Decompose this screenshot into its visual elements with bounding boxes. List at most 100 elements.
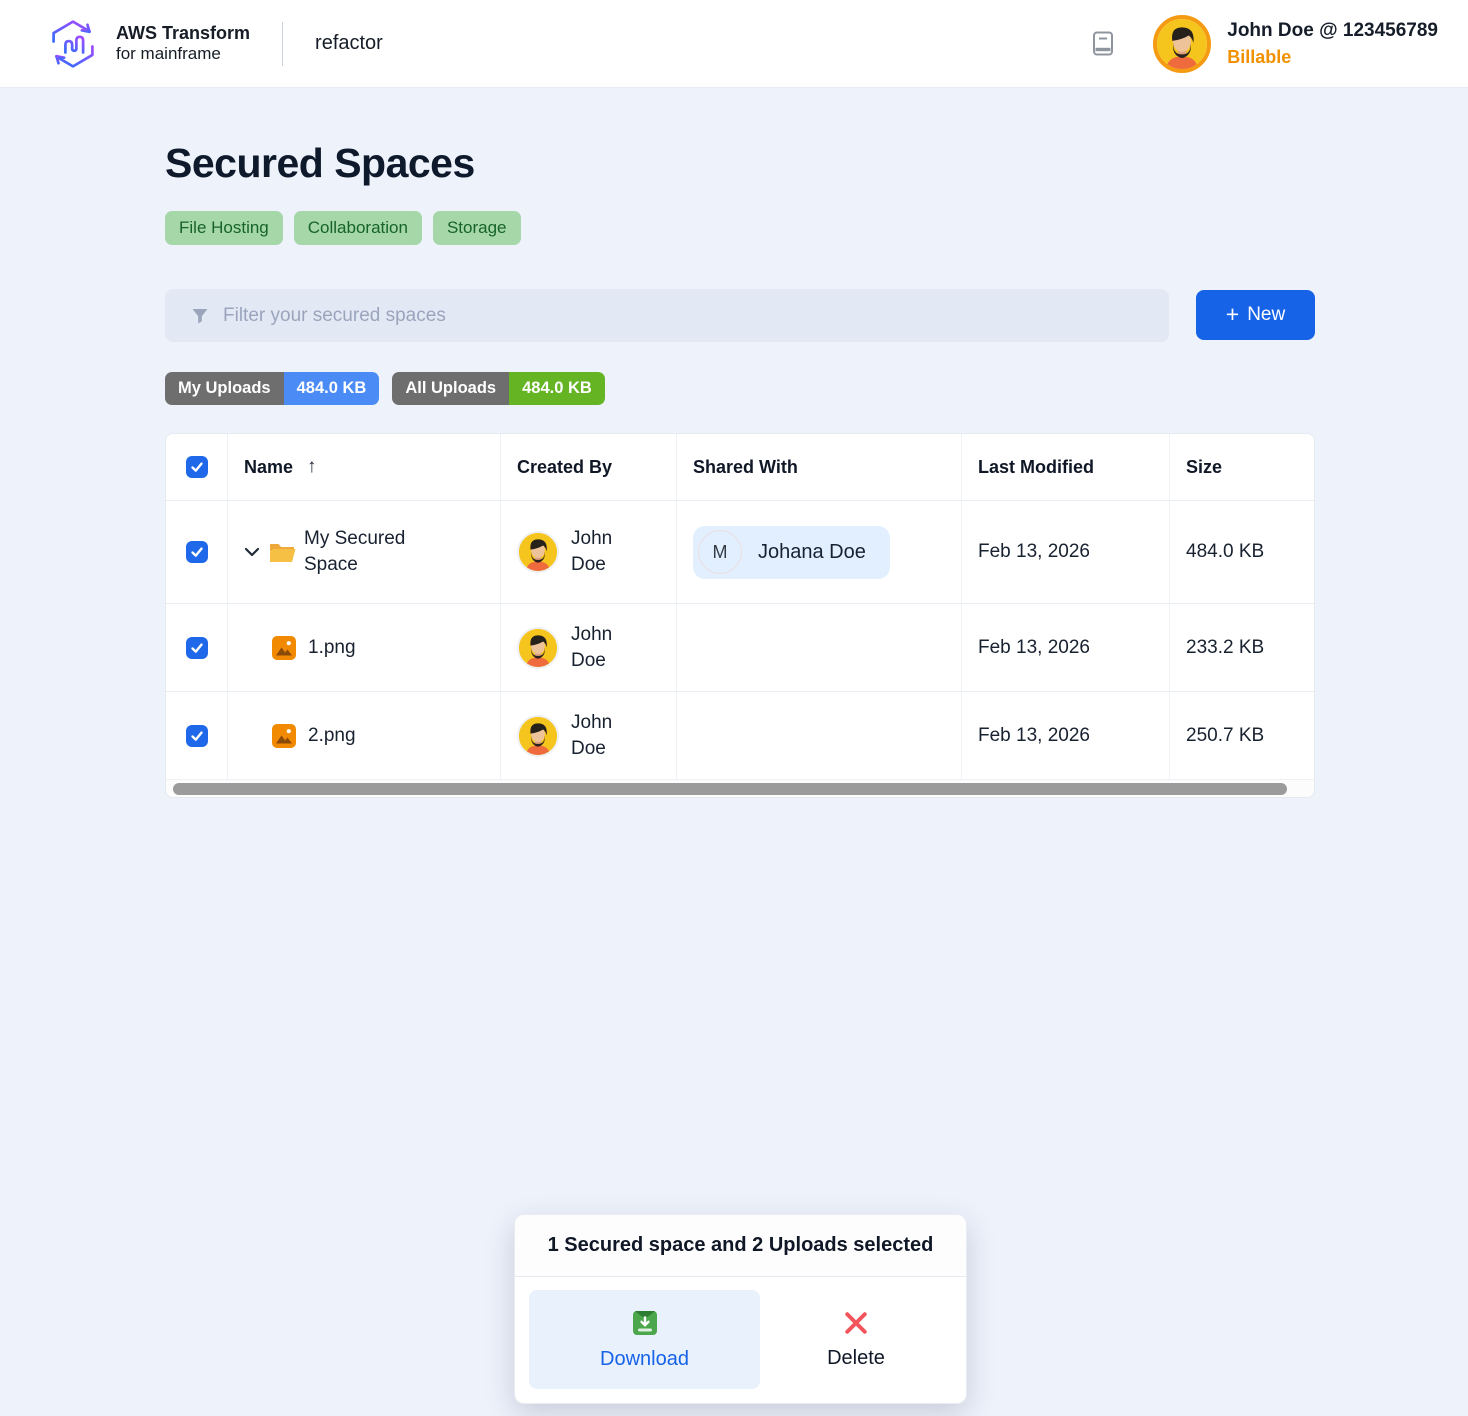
user-info: John Doe @ 123456789 Billable — [1227, 17, 1438, 71]
download-archive-icon — [630, 1308, 660, 1338]
creator-name: John Doe — [571, 526, 629, 577]
download-label: Download — [600, 1348, 689, 1371]
all-uploads-value: 484.0 KB — [509, 372, 605, 405]
table-row-size-cell: 484.0 KB — [1170, 500, 1314, 603]
last-modified-header-label: Last Modified — [978, 457, 1094, 478]
size-value: 233.2 KB — [1186, 637, 1264, 659]
page-title: Secured Spaces — [165, 140, 475, 187]
category-tags: File Hosting Collaboration Storage — [165, 211, 521, 245]
brand-title: AWS Transform — [116, 23, 250, 44]
table-row-size-cell: 233.2 KB — [1170, 603, 1314, 691]
column-header-created-by[interactable]: Created By — [501, 434, 677, 500]
chevron-down-icon[interactable] — [244, 547, 260, 557]
new-button-label: New — [1247, 304, 1285, 326]
created-by-header-label: Created By — [517, 457, 612, 478]
image-file-icon — [272, 636, 296, 660]
creator-avatar — [517, 531, 559, 573]
table-row-last-modified-cell: Feb 13, 2026 — [962, 500, 1170, 603]
user-name: John Doe @ 123456789 — [1227, 17, 1438, 45]
row-checkbox[interactable] — [186, 725, 208, 747]
horizontal-scrollbar-thumb[interactable] — [173, 783, 1287, 795]
tag-file-hosting: File Hosting — [165, 211, 283, 245]
table-row-created-by-cell: John Doe — [501, 603, 677, 691]
plus-icon: + — [1226, 303, 1239, 326]
shared-user-initial: M — [698, 530, 742, 574]
table-row-shared-with-cell — [677, 691, 962, 779]
filter-bar — [165, 289, 1169, 342]
select-all-checkbox[interactable] — [186, 456, 208, 478]
creator-avatar — [517, 715, 559, 757]
name-header-label: Name — [244, 457, 293, 478]
all-uploads-label: All Uploads — [392, 372, 509, 405]
table-row-name-cell[interactable]: 1.png — [228, 603, 501, 691]
sort-ascending-icon: ↑ — [307, 456, 317, 478]
folder-name: My Secured Space — [304, 526, 434, 577]
column-header-size[interactable]: Size — [1170, 434, 1314, 500]
table-row-shared-with-cell — [677, 603, 962, 691]
brand-subtitle: for mainframe — [116, 44, 250, 64]
select-all-cell — [166, 434, 228, 500]
column-header-last-modified[interactable]: Last Modified — [962, 434, 1170, 500]
creator-avatar — [517, 627, 559, 669]
table-row-last-modified-cell: Feb 13, 2026 — [962, 603, 1170, 691]
selection-summary: 1 Secured space and 2 Uploads selected — [515, 1215, 966, 1277]
table-row-checkbox-cell — [166, 603, 228, 691]
filter-secured-spaces-input[interactable] — [165, 289, 1169, 342]
table-row-created-by-cell: John Doe — [501, 691, 677, 779]
brand: AWS Transform for mainframe refactor — [46, 17, 383, 71]
file-name: 2.png — [308, 725, 356, 747]
user-avatar[interactable] — [1153, 15, 1211, 73]
last-modified-value: Feb 13, 2026 — [978, 637, 1090, 659]
table-row-shared-with-cell: M Johana Doe — [677, 500, 962, 603]
delete-x-icon — [842, 1309, 870, 1337]
top-bar: AWS Transform for mainframe refactor Joh… — [0, 0, 1468, 88]
my-uploads-label: My Uploads — [165, 372, 284, 405]
size-header-label: Size — [1186, 457, 1222, 478]
table-row-name-cell[interactable]: 2.png — [228, 691, 501, 779]
last-modified-value: Feb 13, 2026 — [978, 541, 1090, 563]
horizontal-scrollbar-track[interactable] — [166, 779, 1314, 797]
all-uploads-badge: All Uploads 484.0 KB — [392, 372, 604, 405]
creator-name: John Doe — [571, 622, 629, 673]
documentation-book-icon[interactable] — [1091, 30, 1115, 57]
delete-button[interactable]: Delete — [760, 1290, 952, 1389]
filter-funnel-icon — [191, 307, 209, 325]
aws-transform-logo-icon — [46, 17, 100, 71]
table-row-checkbox-cell — [166, 691, 228, 779]
shared-with-header-label: Shared With — [693, 457, 798, 478]
usage-badges: My Uploads 484.0 KB All Uploads 484.0 KB — [165, 372, 605, 405]
column-header-shared-with[interactable]: Shared With — [677, 434, 962, 500]
my-uploads-value: 484.0 KB — [284, 372, 380, 405]
table-row-size-cell: 250.7 KB — [1170, 691, 1314, 779]
top-bar-right: John Doe @ 123456789 Billable — [1091, 15, 1438, 73]
creator-name: John Doe — [571, 710, 629, 761]
table-row-created-by-cell: John Doe — [501, 500, 677, 603]
brand-text: AWS Transform for mainframe — [116, 23, 250, 63]
selection-actions: Download Delete — [515, 1277, 966, 1403]
my-uploads-badge: My Uploads 484.0 KB — [165, 372, 379, 405]
delete-label: Delete — [827, 1347, 885, 1370]
brand-divider — [282, 22, 283, 66]
tag-collaboration: Collaboration — [294, 211, 422, 245]
shared-user-chip[interactable]: M Johana Doe — [693, 526, 890, 579]
size-value: 484.0 KB — [1186, 541, 1264, 563]
size-value: 250.7 KB — [1186, 725, 1264, 747]
folder-icon — [268, 540, 296, 564]
image-file-icon — [272, 724, 296, 748]
secured-spaces-page: AWS Transform for mainframe refactor Joh… — [0, 0, 1468, 1416]
selection-action-panel: 1 Secured space and 2 Uploads selected D… — [514, 1214, 967, 1404]
row-checkbox[interactable] — [186, 541, 208, 563]
secured-spaces-table: Name ↑ Created By Shared With Last Modif… — [165, 433, 1315, 798]
table-row-last-modified-cell: Feb 13, 2026 — [962, 691, 1170, 779]
new-secured-space-button[interactable]: + New — [1196, 290, 1315, 340]
column-header-name[interactable]: Name ↑ — [228, 434, 501, 500]
tag-storage: Storage — [433, 211, 521, 245]
last-modified-value: Feb 13, 2026 — [978, 725, 1090, 747]
row-checkbox[interactable] — [186, 637, 208, 659]
brand-product-label: refactor — [315, 32, 383, 55]
download-button[interactable]: Download — [529, 1290, 760, 1389]
table-row-checkbox-cell — [166, 500, 228, 603]
shared-user-name: Johana Doe — [758, 541, 866, 564]
file-name: 1.png — [308, 637, 356, 659]
table-row-name-cell[interactable]: My Secured Space — [228, 500, 501, 603]
